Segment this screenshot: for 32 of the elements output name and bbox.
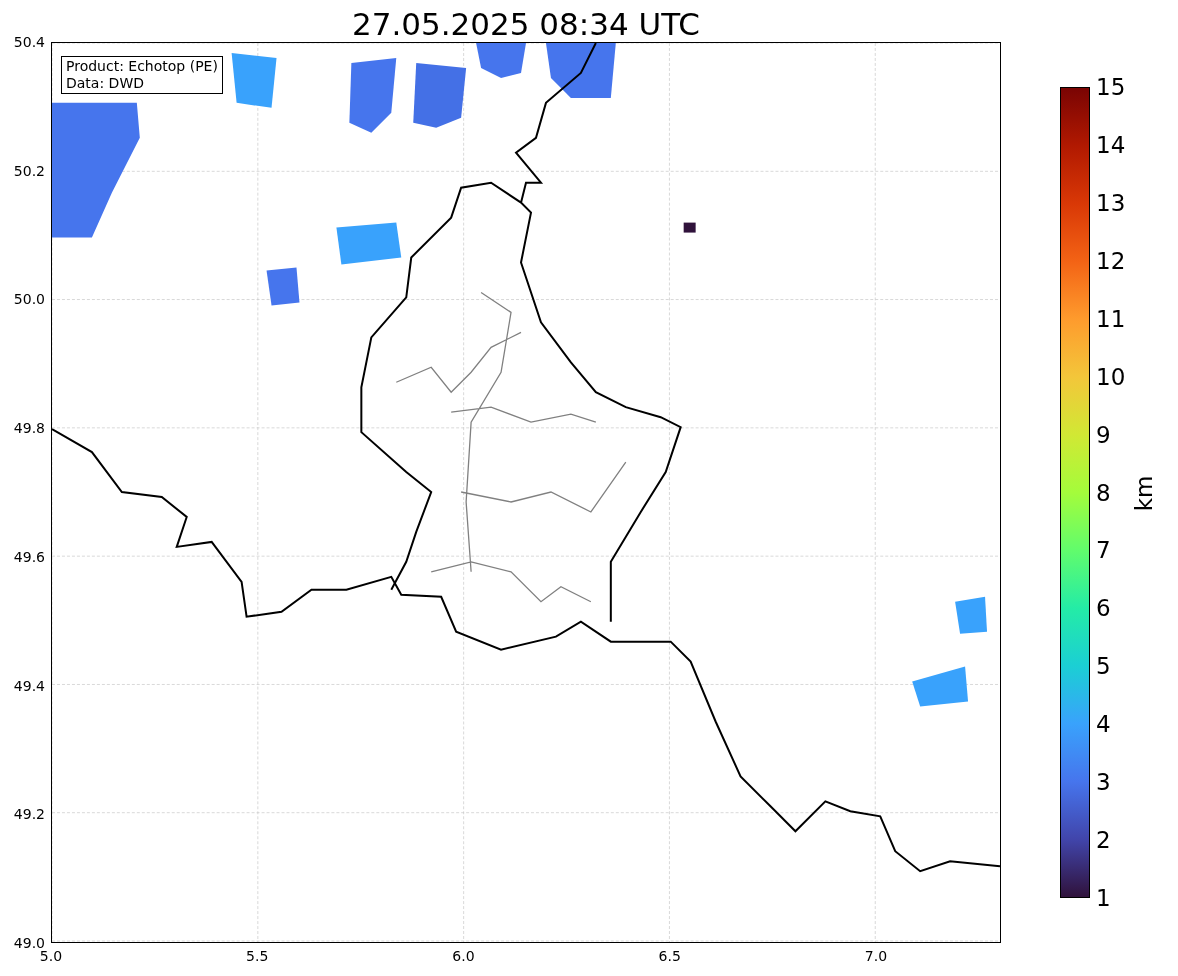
y-tick-label: 49.6 xyxy=(13,549,45,564)
colorbar-tick-label: 7 xyxy=(1096,538,1111,562)
y-tick-label: 50.2 xyxy=(13,163,45,178)
colorbar-tick-label: 12 xyxy=(1096,249,1126,273)
legend-text: Data: DWD xyxy=(66,75,145,92)
colorbar-tick-label: 10 xyxy=(1096,365,1126,389)
colorbar-tick-label: 13 xyxy=(1096,191,1126,215)
x-tick-label: 5.0 xyxy=(39,949,63,963)
colorbar-tick-label: 9 xyxy=(1096,423,1111,447)
colorbar-tick-label: 14 xyxy=(1096,133,1126,157)
colorbar-tick-label: 1 xyxy=(1096,886,1111,910)
colorbar-tick-label: 4 xyxy=(1096,712,1111,736)
y-tick-label: 50.4 xyxy=(13,35,45,49)
x-tick-label: 6.5 xyxy=(658,949,681,963)
colorbar-tick-label: 5 xyxy=(1096,654,1111,678)
colorbar-tick-label: 8 xyxy=(1096,481,1111,504)
y-tick-label: 49.2 xyxy=(13,807,45,822)
y-tick-label: 49.8 xyxy=(13,421,45,436)
x-tick-label: 7.0 xyxy=(864,949,888,963)
colorbar-tick-label: 2 xyxy=(1096,828,1111,852)
colorbar-tick-label: 11 xyxy=(1096,307,1126,331)
y-tick-label: 49.0 xyxy=(13,936,45,950)
chart-title: 27.05.2025 08:34 UTC xyxy=(352,9,700,42)
x-tick-label: 6.0 xyxy=(452,949,475,963)
colorbar-tick-label: 15 xyxy=(1096,75,1126,99)
colorbar-tick-label: 6 xyxy=(1096,596,1111,620)
colorbar-tick-label: 3 xyxy=(1096,770,1111,794)
legend-text: Product: Echotop (PE) xyxy=(66,58,218,75)
y-tick-label: 49.4 xyxy=(13,678,45,693)
y-tick-label: 50.0 xyxy=(13,292,45,307)
x-tick-label: 5.5 xyxy=(246,949,269,963)
colorbar-label: km xyxy=(1133,475,1157,512)
